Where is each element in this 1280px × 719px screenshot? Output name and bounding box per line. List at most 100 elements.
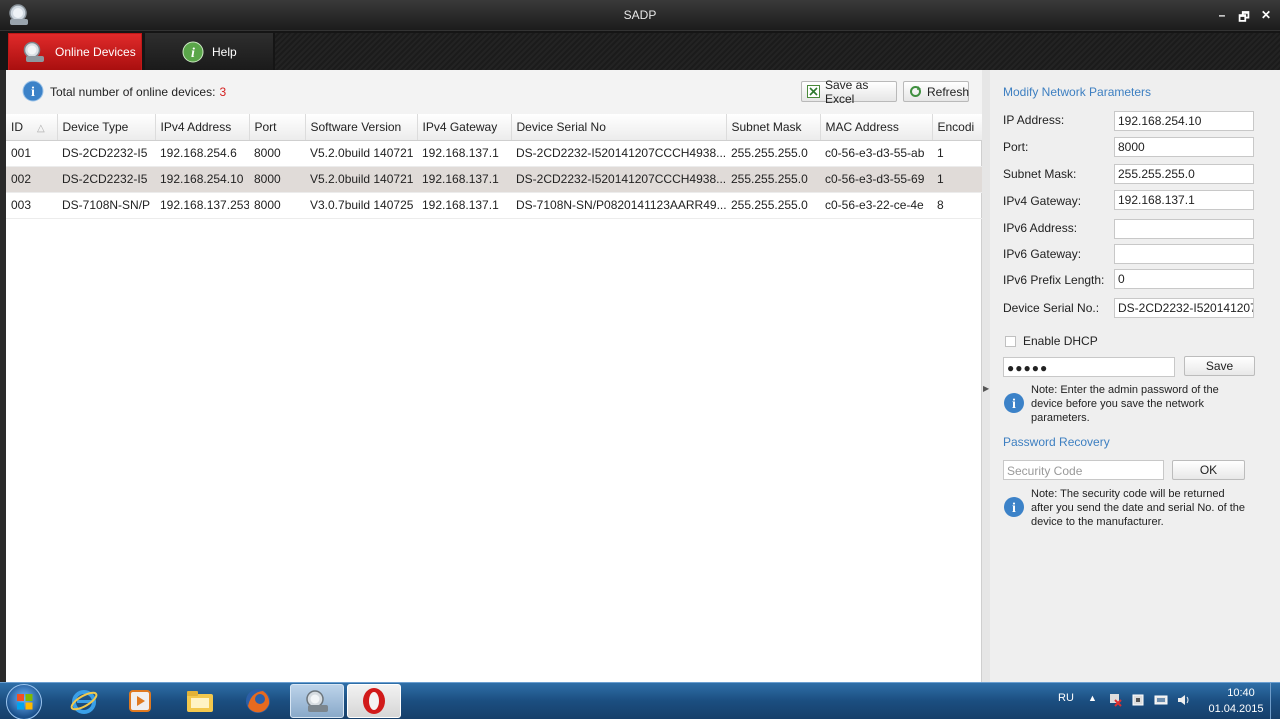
enable-dhcp-label: Enable DHCP xyxy=(1023,334,1098,348)
sort-asc-icon: △ xyxy=(37,122,45,134)
save-as-excel-button[interactable]: Save as Excel xyxy=(801,78,897,106)
cell-port: 8000 xyxy=(249,140,305,167)
magnifier-device-icon xyxy=(21,40,47,64)
taskbar: RU ▲ 10:40 01.04.2015 xyxy=(0,682,1280,719)
column-header-software-version[interactable]: Software Version xyxy=(305,114,418,141)
modify-network-title: Modify Network Parameters xyxy=(1003,85,1152,99)
cell-mac-address: c0-56-e3-d3-55-69 xyxy=(820,166,932,193)
ipv4-gateway-field[interactable]: 192.168.137.1 xyxy=(1114,190,1254,210)
clock-date[interactable]: 01.04.2015 xyxy=(1204,703,1268,715)
cell-id: 002 xyxy=(6,166,57,193)
ipv6-prefix-length-label: IPv6 Prefix Length: xyxy=(1003,273,1105,287)
cell-serial-no: DS-2CD2232-I520141207CCCH4938... xyxy=(511,166,726,193)
restore-button[interactable]: 🗗 xyxy=(1238,8,1250,29)
cell-ipv4-gateway: 192.168.137.1 xyxy=(417,140,511,167)
opera-taskbar-button[interactable] xyxy=(347,684,401,718)
language-indicator[interactable]: RU xyxy=(1058,692,1074,704)
cell-subnet-mask: 255.255.255.0 xyxy=(726,166,820,193)
device-serial-no-field[interactable]: DS-2CD2232-I520141207 xyxy=(1114,298,1254,318)
ipv6-prefix-length-field[interactable]: 0 xyxy=(1114,269,1254,289)
tab-help-label: Help xyxy=(212,45,237,59)
column-header-ipv4-gateway[interactable]: IPv4 Gateway xyxy=(417,114,512,141)
refresh-button[interactable]: Refresh xyxy=(903,81,969,102)
device-toolbar: i Total number of online devices: 3 Save … xyxy=(6,70,982,114)
recovery-note: Note: The security code will be returned… xyxy=(1031,488,1246,528)
svg-text:i: i xyxy=(31,85,35,100)
table-row-selected[interactable]: 002 DS-2CD2232-I5 192.168.254.10 8000 V5… xyxy=(6,166,982,193)
tab-help[interactable]: i Help xyxy=(145,33,273,71)
ipv6-gateway-field[interactable] xyxy=(1114,244,1254,264)
cell-id: 001 xyxy=(6,140,57,167)
cell-serial-no: DS-7108N-SN/P0820141123AARR49... xyxy=(511,192,726,219)
cell-ipv4-gateway: 192.168.137.1 xyxy=(417,166,511,193)
cell-ipv4-address: 192.168.137.253 xyxy=(155,192,249,219)
firefox-icon xyxy=(246,689,270,713)
show-hidden-icons-icon[interactable]: ▲ xyxy=(1088,693,1097,703)
flag-alert-icon[interactable] xyxy=(1108,693,1122,707)
firefox-taskbar-button[interactable] xyxy=(231,684,285,718)
excel-icon xyxy=(807,85,820,98)
column-header-subnet-mask[interactable]: Subnet Mask xyxy=(726,114,821,141)
cell-serial-no: DS-2CD2232-I520141207CCCH4938... xyxy=(511,140,726,167)
pane-splitter[interactable]: ▶ xyxy=(982,70,990,682)
cell-software-version: V5.2.0build 140721 xyxy=(305,140,417,167)
column-header-port[interactable]: Port xyxy=(249,114,306,141)
start-button[interactable] xyxy=(6,684,42,719)
admin-password-field[interactable]: ●●●●● xyxy=(1003,357,1175,377)
svg-text:i: i xyxy=(1012,501,1016,516)
cell-ipv4-address: 192.168.254.10 xyxy=(155,166,249,193)
port-field[interactable]: 8000 xyxy=(1114,137,1254,157)
cell-mac-address: c0-56-e3-22-ce-4e xyxy=(820,192,932,219)
ipv6-address-field[interactable] xyxy=(1114,219,1254,239)
table-row[interactable]: 003 DS-7108N-SN/P 192.168.137.253 8000 V… xyxy=(6,192,982,219)
column-header-device-serial-no[interactable]: Device Serial No xyxy=(511,114,727,141)
cell-port: 8000 xyxy=(249,166,305,193)
ok-button[interactable]: OK xyxy=(1172,460,1245,480)
cell-software-version: V3.0.7build 140725 xyxy=(305,192,417,219)
column-header-encoding[interactable]: Encodi xyxy=(932,114,983,141)
show-desktop-button[interactable] xyxy=(1270,683,1280,719)
save-note: Note: Enter the admin password of the de… xyxy=(1031,384,1219,424)
column-header-mac-address[interactable]: MAC Address xyxy=(820,114,933,141)
column-header-ipv4-address[interactable]: IPv4 Address xyxy=(155,114,250,141)
tab-online-devices[interactable]: Online Devices xyxy=(8,33,142,71)
network-icon[interactable] xyxy=(1154,693,1168,707)
title-bar: SADP – 🗗 ✕ xyxy=(0,0,1280,30)
ip-address-field[interactable]: 192.168.254.10 xyxy=(1114,111,1254,131)
save-as-excel-label: Save as Excel xyxy=(825,77,869,106)
security-code-input[interactable]: Security Code xyxy=(1003,460,1164,480)
file-explorer-taskbar-button[interactable] xyxy=(173,684,227,718)
internet-explorer-icon xyxy=(70,690,98,714)
tab-bar: Online Devices i Help xyxy=(0,30,1280,71)
cell-encoding: 1 xyxy=(932,140,982,167)
internet-explorer-taskbar-button[interactable] xyxy=(57,684,111,718)
save-button[interactable]: Save xyxy=(1184,356,1255,376)
table-row[interactable]: 001 DS-2CD2232-I5 192.168.254.6 8000 V5.… xyxy=(6,140,982,167)
device-serial-no-label: Device Serial No.: xyxy=(1003,301,1100,315)
device-count-label: Total number of online devices: xyxy=(50,85,216,99)
media-player-taskbar-button[interactable] xyxy=(113,684,167,718)
ipv6-gateway-label: IPv6 Gateway: xyxy=(1003,247,1082,261)
close-button[interactable]: ✕ xyxy=(1260,8,1272,29)
enable-dhcp-checkbox[interactable] xyxy=(1005,336,1016,347)
collapse-arrow-icon[interactable]: ▶ xyxy=(983,384,989,393)
password-recovery-title: Password Recovery xyxy=(1003,435,1110,449)
sadp-taskbar-button[interactable] xyxy=(290,684,344,718)
volume-icon[interactable] xyxy=(1176,693,1190,707)
windows-logo-icon xyxy=(17,694,33,710)
tab-online-devices-label: Online Devices xyxy=(55,45,136,59)
column-header-device-type[interactable]: Device Type xyxy=(57,114,156,141)
subnet-mask-field[interactable]: 255.255.255.0 xyxy=(1114,164,1254,184)
device-count-value: 3 xyxy=(219,85,227,99)
cell-device-type: DS-7108N-SN/P xyxy=(57,192,155,219)
system-tray: RU ▲ 10:40 01.04.2015 xyxy=(1040,683,1280,719)
cell-encoding: 1 xyxy=(932,166,982,193)
tab-bar-strip xyxy=(275,33,1280,71)
cell-device-type: DS-2CD2232-I5 xyxy=(57,166,155,193)
minimize-button[interactable]: – xyxy=(1216,8,1228,29)
port-label: Port: xyxy=(1003,140,1029,154)
clock-time[interactable]: 10:40 xyxy=(1216,687,1266,699)
modify-network-pane: Modify Network Parameters IP Address: 19… xyxy=(990,70,1280,682)
column-header-id[interactable]: ID △ xyxy=(6,114,58,141)
device-tray-icon[interactable] xyxy=(1131,693,1145,707)
